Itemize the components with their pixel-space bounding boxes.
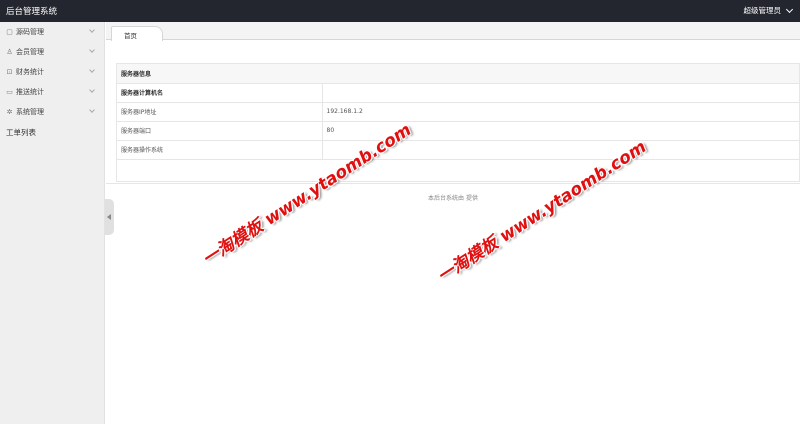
row-key: 服务器端口	[117, 121, 323, 141]
sidebar-item-system[interactable]: ✲ 系统管理	[0, 102, 104, 122]
table-header-row: 服务器信息	[117, 64, 799, 84]
table-row: 服务器IP地址 192.168.1.2	[117, 102, 799, 122]
panel-heading: 服务器信息	[117, 64, 799, 84]
user-icon: ♙	[6, 47, 13, 56]
package-icon: ▢	[6, 27, 13, 36]
sidebar-item-members[interactable]: ♙ 会员管理	[0, 42, 104, 62]
tab-home[interactable]: 首页	[111, 26, 163, 41]
footer-divider	[106, 183, 800, 184]
sidebar-collapse-handle[interactable]	[105, 199, 114, 235]
user-name: 超级管理员	[743, 6, 782, 15]
table-row: 服务器操作系统	[117, 140, 799, 160]
push-icon: ▭	[6, 87, 13, 96]
top-bar: 后台管理系统 超级管理员	[0, 0, 800, 22]
user-menu[interactable]: 超级管理员	[743, 5, 794, 16]
row-value	[322, 83, 799, 103]
money-icon: ⊡	[6, 67, 13, 76]
sidebar-item-label: 财务统计	[16, 68, 44, 76]
table-row: 服务器端口 80	[117, 121, 799, 141]
sidebar-item-label: 推送统计	[16, 88, 44, 96]
chevron-down-icon	[785, 5, 794, 13]
app-title: 后台管理系统	[6, 7, 58, 17]
sidebar-item-label: 源码管理	[16, 28, 44, 36]
sidebar-item-source[interactable]: ▢ 源码管理	[0, 22, 104, 42]
gear-icon: ✲	[6, 107, 13, 116]
row-key: 服务器计算机名	[117, 83, 323, 103]
sidebar-item-push[interactable]: ▭ 推送统计	[0, 82, 104, 102]
sidebar-item-label: 系统管理	[16, 108, 44, 116]
sidebar: ▢ 源码管理 ♙ 会员管理 ⊡ 财务统计 ▭ 推送统计 ✲ 系统管理 工单列表	[0, 22, 105, 424]
tab-label: 首页	[124, 32, 137, 40]
row-key: 服务器操作系统	[117, 140, 323, 160]
sidebar-item-label: 会员管理	[16, 48, 44, 56]
sidebar-item-finance[interactable]: ⊡ 财务统计	[0, 62, 104, 82]
row-value: 192.168.1.2	[322, 102, 799, 122]
chevron-down-icon	[89, 107, 95, 113]
tab-bar: 首页	[106, 22, 800, 41]
chevron-down-icon	[89, 87, 95, 93]
sidebar-item-tickets[interactable]: 工单列表	[0, 122, 104, 142]
table-row: 服务器计算机名	[117, 83, 799, 103]
chevron-down-icon	[89, 67, 95, 73]
chevron-down-icon	[89, 47, 95, 53]
sidebar-item-label: 工单列表	[6, 127, 36, 137]
server-info-panel: 服务器信息 服务器计算机名 服务器IP地址 192.168.1.2 服务器端口 …	[116, 63, 800, 182]
row-key: 服务器IP地址	[117, 102, 323, 122]
chevron-down-icon	[89, 27, 95, 33]
footer-text: 本后台系统由 提供	[428, 195, 478, 202]
server-info-table: 服务器信息 服务器计算机名 服务器IP地址 192.168.1.2 服务器端口 …	[117, 64, 799, 160]
